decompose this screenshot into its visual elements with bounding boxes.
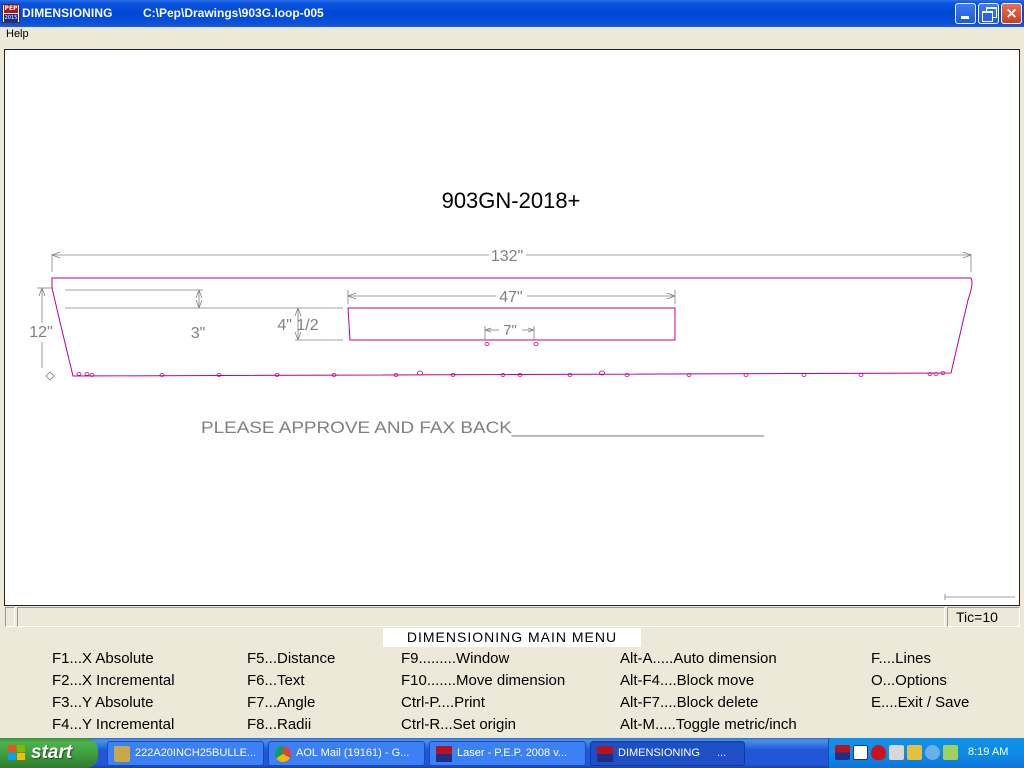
- menu-item-f4[interactable]: F4...Y Incremental: [52, 716, 174, 734]
- update-icon[interactable]: [925, 745, 940, 760]
- chrome-icon: [275, 746, 291, 762]
- menu-item-f9[interactable]: F9.........Window: [401, 650, 509, 668]
- menu-item-f2[interactable]: F2...X Incremental: [52, 672, 175, 690]
- menu-item-ctrl-p[interactable]: Ctrl-P....Print: [401, 694, 485, 712]
- app-icon-bottom: 2015: [4, 14, 18, 22]
- network-icon[interactable]: [907, 745, 922, 760]
- menu-item-alt-f4[interactable]: Alt-F4....Block move: [620, 672, 754, 690]
- taskbar-item-ellipsis: ...: [717, 747, 727, 759]
- status-tic: Tic=10: [947, 607, 1020, 627]
- taskbar-item-label: DIMENSIONING: [618, 747, 700, 759]
- taskbar-item-2[interactable]: Laser - P.E.P. 2008 v...: [429, 741, 586, 766]
- dim-tab-spacing-label: 7": [503, 322, 517, 339]
- minimize-button[interactable]: [955, 3, 976, 24]
- origin-marker: [45, 371, 55, 381]
- menu-item-f10[interactable]: F10.......Move dimension: [401, 672, 565, 690]
- drawing-svg: 903GN-2018+ 132" 12" 3" 4" 1/2 47" 7" PL…: [29, 188, 1015, 600]
- start-button[interactable]: start: [0, 738, 98, 768]
- hole: [76, 372, 82, 376]
- menu-help[interactable]: Help: [6, 28, 29, 40]
- menu-bar: Help: [0, 27, 1024, 45]
- menu-item-f5[interactable]: F5...Distance: [247, 650, 335, 668]
- menu-item-alt-f7[interactable]: Alt-F7....Block delete: [620, 694, 758, 712]
- taskbar-item-label: 222A20INCH25BULLE...: [135, 747, 257, 759]
- window-title: DIMENSIONING: [22, 6, 113, 20]
- approval-note: PLEASE APPROVE AND FAX BACK_____________…: [201, 418, 765, 437]
- menu-item-lines[interactable]: F....Lines: [871, 650, 931, 668]
- hole: [517, 373, 523, 377]
- windows-logo-icon: [8, 745, 26, 761]
- start-label: start: [31, 742, 73, 763]
- menu-item-alt-a[interactable]: Alt-A.....Auto dimension: [620, 650, 777, 668]
- close-button[interactable]: ×: [1001, 3, 1022, 24]
- speaker-icon[interactable]: [889, 745, 904, 760]
- app-icon[interactable]: PEP 2015: [2, 4, 20, 23]
- status-cell-left: [5, 607, 15, 627]
- pep-tray-icon[interactable]: [853, 745, 868, 760]
- taskbar: start 222A20INCH25BULLE... AOL Mail (191…: [0, 738, 1024, 768]
- hole: [858, 373, 864, 377]
- function-menu-title: DIMENSIONING MAIN MENU: [383, 628, 641, 647]
- dim-height-label: 12": [29, 324, 52, 341]
- menu-item-f1[interactable]: F1...X Absolute: [52, 650, 154, 668]
- menu-item-f8[interactable]: F8...Radii: [247, 716, 311, 734]
- dim-slot-width-label: 47": [499, 289, 522, 306]
- hole: [84, 372, 90, 376]
- clock[interactable]: 8:19 AM: [968, 746, 1008, 758]
- trident-icon: [114, 746, 130, 762]
- hole: [484, 342, 490, 346]
- title-bar: PEP 2015 DIMENSIONING C:\Pep\Drawings\90…: [0, 0, 1024, 27]
- taskbar-item-0[interactable]: 222A20INCH25BULLE...: [107, 741, 264, 766]
- hole: [533, 342, 539, 346]
- dim-overall-label: 132": [491, 248, 523, 265]
- close-icon: ×: [1005, 4, 1018, 22]
- shield-icon[interactable]: [871, 745, 886, 760]
- pep-icon: [436, 746, 452, 762]
- menu-item-f7[interactable]: F7...Angle: [247, 694, 315, 712]
- menu-item-ctrl-r[interactable]: Ctrl-R...Set origin: [401, 716, 516, 734]
- taskbar-item-1[interactable]: AOL Mail (19161) - G...: [268, 741, 425, 766]
- restore-button[interactable]: [978, 3, 999, 24]
- pep-icon: [597, 746, 613, 762]
- menu-item-options[interactable]: O...Options: [871, 672, 947, 690]
- app-icon-top: PEP: [4, 5, 18, 13]
- taskbar-item-label: AOL Mail (19161) - G...: [296, 747, 410, 759]
- drawing-title: 903GN-2018+: [442, 188, 581, 213]
- pep-tray-icon[interactable]: [835, 745, 850, 760]
- drawing-canvas[interactable]: 903GN-2018+ 132" 12" 3" 4" 1/2 47" 7" PL…: [4, 49, 1020, 606]
- menu-item-f6[interactable]: F6...Text: [247, 672, 305, 690]
- status-message: [17, 607, 945, 627]
- menu-item-alt-m[interactable]: Alt-M.....Toggle metric/inch: [620, 716, 797, 734]
- dim-slot-inset-label: 4" 1/2: [277, 317, 318, 334]
- menu-item-exit-save[interactable]: E....Exit / Save: [871, 694, 969, 712]
- window-file-path: C:\Pep\Drawings\903G.loop-005: [143, 6, 324, 20]
- taskbar-item-label: Laser - P.E.P. 2008 v...: [457, 747, 568, 759]
- menu-item-f3[interactable]: F3...Y Absolute: [52, 694, 153, 712]
- dim-slot-depth-label: 3": [191, 325, 206, 342]
- security-icon[interactable]: [943, 745, 958, 760]
- taskbar-item-3[interactable]: DIMENSIONING ...: [590, 741, 745, 766]
- system-tray: 8:19 AM: [828, 738, 1024, 768]
